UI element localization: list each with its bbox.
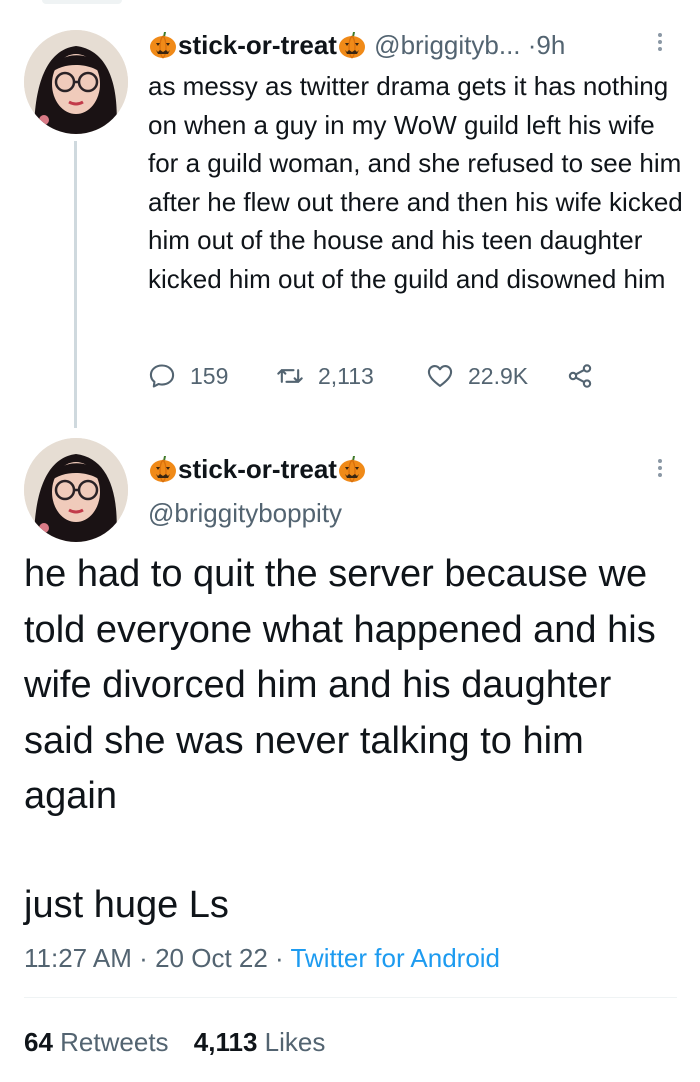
tweet2-header: stick-or-treat	[148, 452, 367, 486]
tweet-text: as messy as twitter drama gets it has no…	[148, 71, 683, 294]
divider	[24, 997, 677, 998]
like-icon	[427, 365, 453, 387]
more-icon[interactable]	[656, 456, 664, 484]
pumpkin-emoji-icon	[148, 454, 178, 484]
likes-stat[interactable]: 4,113 Likes	[194, 1024, 326, 1060]
pumpkin-emoji-icon	[148, 30, 178, 60]
share-icon	[568, 364, 592, 388]
retweet-count: 64	[24, 1027, 53, 1057]
reply-count: 159	[190, 362, 229, 389]
like-count: 4,113	[193, 1027, 258, 1057]
avatar[interactable]	[24, 30, 128, 134]
previous-tweet-edge	[42, 0, 122, 4]
like-label: Likes	[264, 1027, 326, 1057]
retweet-icon	[277, 369, 303, 383]
handle[interactable]: @briggityboppity	[148, 496, 342, 530]
like-button[interactable]: 22.9K	[426, 358, 528, 394]
share-button[interactable]	[566, 358, 594, 394]
retweet-label: Retweets	[60, 1027, 169, 1057]
separator: ·	[139, 943, 148, 973]
tweet-time[interactable]: 11:27 AM	[24, 943, 132, 973]
thread-connector-line	[74, 141, 77, 428]
pumpkin-emoji-icon	[337, 30, 367, 60]
tweet-source-link[interactable]: Twitter for Android	[290, 943, 500, 973]
display-name[interactable]: stick-or-treat	[178, 30, 337, 60]
tweet-meta: 11:27 AM · 20 Oct 22 · Twitter for Andro…	[24, 940, 500, 976]
tweet-date[interactable]: 20 Oct 22	[155, 943, 268, 973]
tweet-actions: 159 2,113 22.9K	[148, 358, 608, 394]
tweet-text-tail: just huge Ls	[24, 884, 229, 926]
retweet-count: 2,113	[318, 362, 374, 389]
reply-icon	[149, 364, 175, 388]
retweet-button[interactable]: 2,113	[276, 358, 374, 394]
tweet-text: he had to quit the server because we tol…	[24, 553, 656, 817]
reply-button[interactable]: 159	[148, 358, 228, 394]
tweet-stats: 64 Retweets 4,113 Likes	[24, 1024, 343, 1060]
timestamp[interactable]: 9h	[536, 30, 565, 60]
more-icon[interactable]	[656, 30, 664, 58]
like-count: 22.9K	[468, 362, 529, 389]
handle[interactable]: @briggityb...	[374, 30, 520, 60]
retweets-stat[interactable]: 64 Retweets	[24, 1024, 169, 1060]
avatar[interactable]	[24, 438, 128, 542]
tweet1-header: stick-or-treat @briggityb... ·9h	[148, 28, 565, 62]
separator: ·	[275, 943, 284, 973]
display-name[interactable]: stick-or-treat	[178, 454, 337, 484]
pumpkin-emoji-icon	[337, 454, 367, 484]
